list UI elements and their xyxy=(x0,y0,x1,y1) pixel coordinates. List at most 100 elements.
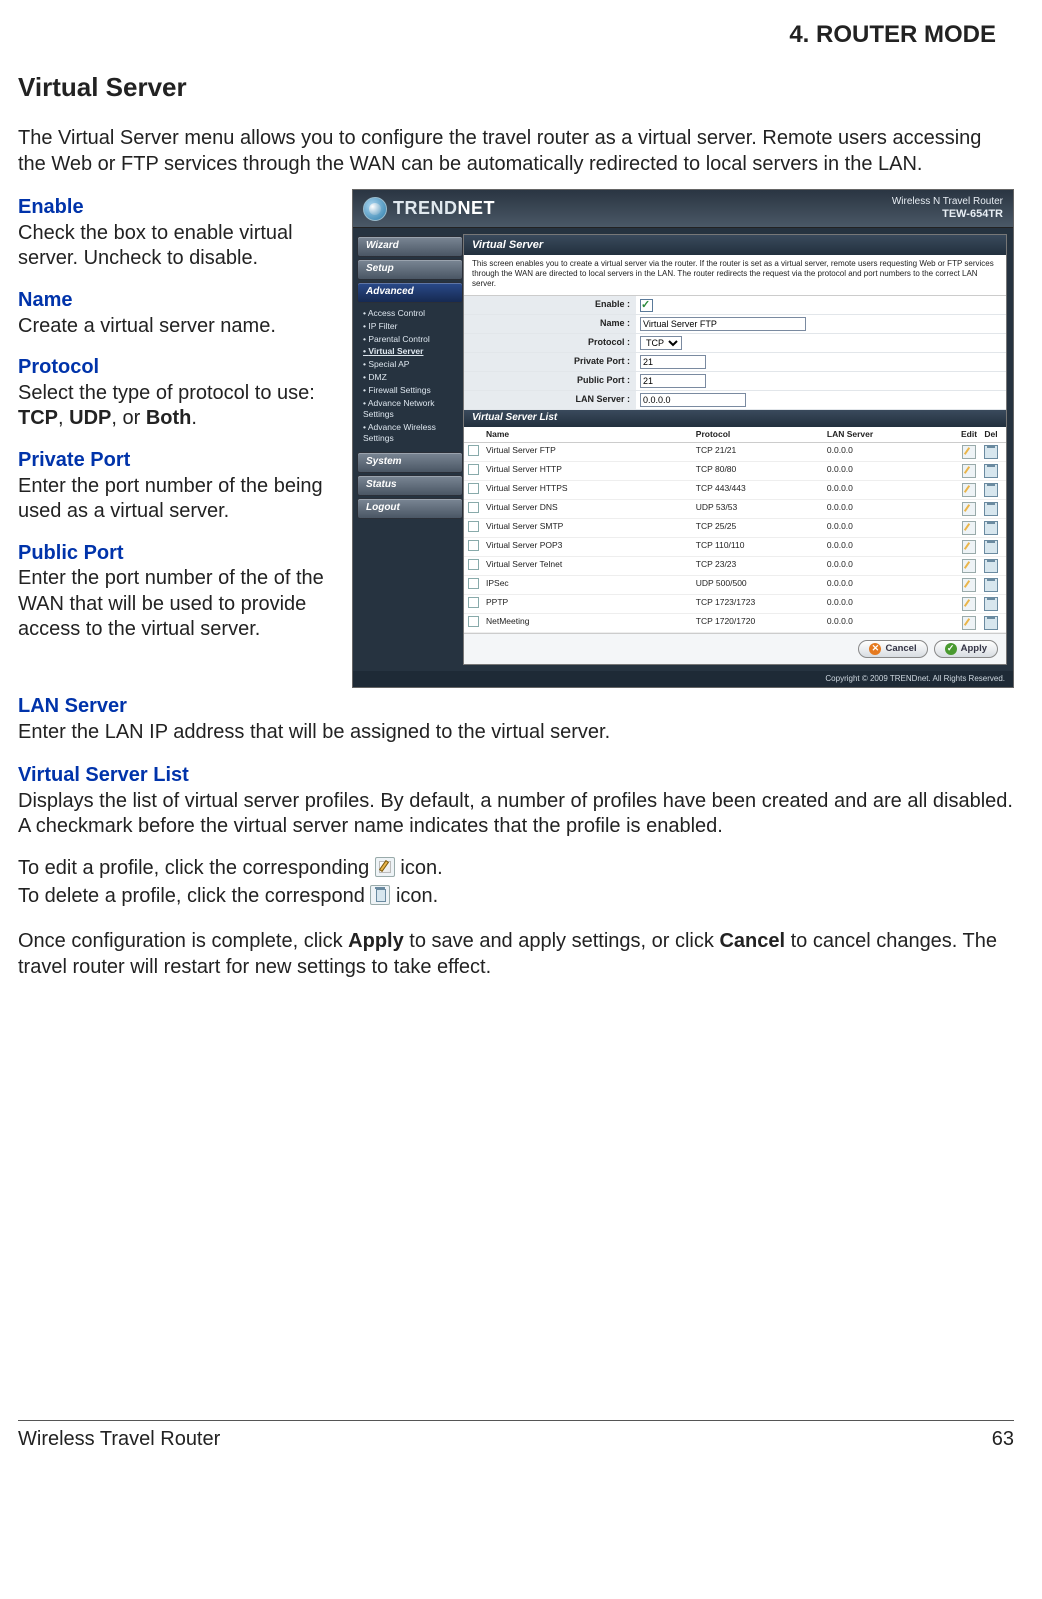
row-checkbox[interactable] xyxy=(468,464,479,475)
t: . xyxy=(191,407,197,429)
col-proto: Protocol xyxy=(696,429,827,440)
field-protocol-desc: Select the type of protocol to use: TCP,… xyxy=(18,381,338,432)
sidebar-sub-item[interactable]: Access Control xyxy=(363,307,463,320)
row-checkbox[interactable] xyxy=(468,445,479,456)
field-protocol-label: Protocol xyxy=(18,355,338,381)
row-name: Virtual Server FTP xyxy=(486,445,696,459)
row-checkbox[interactable] xyxy=(468,540,479,551)
edit-icon[interactable] xyxy=(962,521,976,535)
t: To delete a profile, click the correspon… xyxy=(18,885,370,907)
edit-icon[interactable] xyxy=(962,483,976,497)
trash-icon xyxy=(370,885,390,905)
edit-icon[interactable] xyxy=(962,616,976,630)
sidebar-item-status[interactable]: Status xyxy=(357,475,463,496)
trash-icon[interactable] xyxy=(984,540,998,554)
sidebar: Wizard Setup Advanced Access ControlIP F… xyxy=(353,228,463,670)
table-row: PPTPTCP 1723/17230.0.0.0 xyxy=(464,595,1006,614)
trash-icon[interactable] xyxy=(984,597,998,611)
row-name: Virtual Server DNS xyxy=(486,502,696,516)
edit-icon[interactable] xyxy=(962,464,976,478)
field-vslist-label: Virtual Server List xyxy=(18,763,1014,789)
col-edit: Edit xyxy=(958,429,980,440)
row-lan: 0.0.0.0 xyxy=(827,502,958,516)
row-proto: TCP 23/23 xyxy=(696,559,827,573)
sidebar-sub-item[interactable]: Advance Wireless Settings xyxy=(363,421,463,445)
sidebar-sub-item[interactable]: Virtual Server xyxy=(363,345,463,358)
trash-icon[interactable] xyxy=(984,616,998,630)
form-privateport-label: Private Port : xyxy=(464,353,636,371)
t: To edit a profile, click the correspondi… xyxy=(18,857,375,879)
apply-icon: ✓ xyxy=(945,643,957,655)
row-lan: 0.0.0.0 xyxy=(827,445,958,459)
sidebar-item-system[interactable]: System xyxy=(357,452,463,473)
row-name: Virtual Server POP3 xyxy=(486,540,696,554)
sidebar-sub-item[interactable]: Advance Network Settings xyxy=(363,397,463,421)
row-checkbox[interactable] xyxy=(468,597,479,608)
cancel-button[interactable]: ✕ Cancel xyxy=(858,640,927,658)
sidebar-item-logout[interactable]: Logout xyxy=(357,498,463,519)
name-input[interactable] xyxy=(640,317,806,331)
table-row: Virtual Server SMTPTCP 25/250.0.0.0 xyxy=(464,519,1006,538)
sidebar-item-setup[interactable]: Setup xyxy=(357,259,463,280)
table-row: Virtual Server DNSUDP 53/530.0.0.0 xyxy=(464,500,1006,519)
row-name: Virtual Server HTTPS xyxy=(486,483,696,497)
sidebar-item-wizard[interactable]: Wizard xyxy=(357,236,463,257)
apply-button[interactable]: ✓ Apply xyxy=(934,640,998,658)
trash-icon[interactable] xyxy=(984,483,998,497)
row-proto: TCP 443/443 xyxy=(696,483,827,497)
copyright-text: Copyright © 2009 TRENDnet. All Rights Re… xyxy=(353,671,1013,687)
row-name: Virtual Server HTTP xyxy=(486,464,696,478)
row-name: Virtual Server Telnet xyxy=(486,559,696,573)
footer-rule xyxy=(18,1420,1014,1421)
row-lan: 0.0.0.0 xyxy=(827,464,958,478)
edit-icon[interactable] xyxy=(962,445,976,459)
sidebar-item-advanced[interactable]: Advanced xyxy=(357,282,463,303)
trash-icon[interactable] xyxy=(984,578,998,592)
privateport-input[interactable] xyxy=(640,355,706,369)
enable-checkbox[interactable] xyxy=(640,299,653,312)
sidebar-sub-item[interactable]: Parental Control xyxy=(363,333,463,346)
edit-icon[interactable] xyxy=(962,559,976,573)
table-row: IPSecUDP 500/5000.0.0.0 xyxy=(464,576,1006,595)
trash-icon[interactable] xyxy=(984,445,998,459)
opt-tcp: TCP xyxy=(18,407,58,429)
field-lanserver-label: LAN Server xyxy=(18,694,1014,720)
sidebar-sub-item[interactable]: DMZ xyxy=(363,371,463,384)
row-checkbox[interactable] xyxy=(468,578,479,589)
row-lan: 0.0.0.0 xyxy=(827,578,958,592)
model-line1: Wireless N Travel Router xyxy=(892,196,1003,208)
row-proto: TCP 21/21 xyxy=(696,445,827,459)
publicport-input[interactable] xyxy=(640,374,706,388)
row-proto: TCP 1723/1723 xyxy=(696,597,827,611)
row-name: IPSec xyxy=(486,578,696,592)
trash-icon[interactable] xyxy=(984,502,998,516)
trash-icon[interactable] xyxy=(984,464,998,478)
lanserver-input[interactable] xyxy=(640,393,746,407)
trash-icon[interactable] xyxy=(984,521,998,535)
pane-desc: This screen enables you to create a virt… xyxy=(464,255,1006,296)
edit-icon[interactable] xyxy=(962,540,976,554)
brand-part1: TREND xyxy=(393,198,458,218)
cancel-icon: ✕ xyxy=(869,643,881,655)
brand-logo: TRENDNET xyxy=(363,197,495,221)
row-checkbox[interactable] xyxy=(468,502,479,513)
field-publicport-desc: Enter the port number of the of the WAN … xyxy=(18,566,338,643)
sidebar-sub-item[interactable]: Special AP xyxy=(363,358,463,371)
footer-left: Wireless Travel Router xyxy=(18,1427,220,1453)
row-checkbox[interactable] xyxy=(468,521,479,532)
row-checkbox[interactable] xyxy=(468,616,479,627)
sidebar-sub-item[interactable]: Firewall Settings xyxy=(363,384,463,397)
table-row: Virtual Server HTTPTCP 80/800.0.0.0 xyxy=(464,462,1006,481)
row-name: Virtual Server SMTP xyxy=(486,521,696,535)
trash-icon[interactable] xyxy=(984,559,998,573)
edit-icon[interactable] xyxy=(962,578,976,592)
row-lan: 0.0.0.0 xyxy=(827,521,958,535)
protocol-select[interactable]: TCP xyxy=(640,336,682,350)
edit-icon[interactable] xyxy=(962,597,976,611)
row-lan: 0.0.0.0 xyxy=(827,597,958,611)
edit-icon[interactable] xyxy=(962,502,976,516)
sidebar-sub-item[interactable]: IP Filter xyxy=(363,320,463,333)
row-lan: 0.0.0.0 xyxy=(827,483,958,497)
row-checkbox[interactable] xyxy=(468,559,479,570)
row-checkbox[interactable] xyxy=(468,483,479,494)
